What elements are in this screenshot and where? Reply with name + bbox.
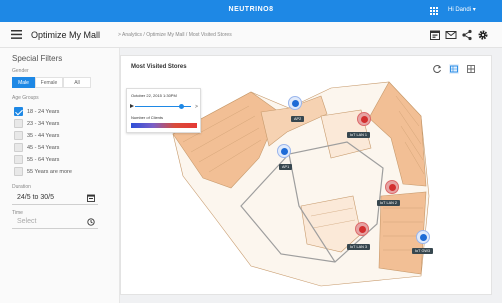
chevron-down-icon: ▾ [472,7,476,13]
clients-color-scale [131,123,197,128]
top-bar: NEUTRINO8 Hi Dandi ▾ [0,0,502,22]
play-icon[interactable] [130,104,134,108]
filters-sidebar: Special Filters Gender Male Female All A… [0,48,120,303]
ap1-marker-icon[interactable] [277,144,291,158]
calendar-icon[interactable] [87,194,95,202]
age-label-45-54: 45 - 54 Years [27,145,60,151]
share-icon[interactable] [461,29,473,41]
gender-male-button[interactable]: Male [12,77,35,88]
gender-all-button[interactable]: All [63,77,91,88]
breadcrumb[interactable]: > Analytics / Optimize My Mall / Most Vi… [118,32,232,38]
calendar-icon[interactable] [429,29,441,41]
age-label-55-64: 55 - 64 Years [27,157,60,163]
gender-label: Gender [12,68,29,74]
filters-title: Special Filters [12,54,63,63]
time-slider-handle[interactable] [179,104,184,109]
iot-lan3-label: IoT LAN 3 [347,244,371,250]
age-checkbox-55-more[interactable] [14,167,23,176]
legend-date: October 22, 2015 1:30PM [131,93,177,98]
age-checkbox-55-64[interactable] [14,155,23,164]
mail-icon[interactable] [445,29,457,41]
age-label-23-34: 23 - 34 Years [27,121,60,127]
iot-lan1-label: IoT LAN 1 [347,132,371,138]
user-greeting: Hi Dandi [448,7,472,13]
time-placeholder: Select [17,218,37,225]
gender-female-button[interactable]: Female [35,77,63,88]
duration-value: 24/5 to 30/5 [17,194,54,201]
age-label-18-24: 18 - 24 Years [27,109,60,115]
apps-grid-icon[interactable] [429,6,439,16]
age-checkbox-23-34[interactable] [14,119,23,128]
time-field[interactable]: Select [12,215,98,229]
chevron-right-icon[interactable]: > [195,104,198,110]
iot-lan3-marker-icon[interactable] [355,222,369,236]
iot-lan2-marker-icon[interactable] [385,180,399,194]
age-checkbox-35-44[interactable] [14,131,23,140]
duration-label: Duration [12,184,31,190]
app-bar: Optimize My Mall > Analytics / Optimize … [0,22,502,48]
age-checkbox-45-54[interactable] [14,143,23,152]
most-visited-stores-card: Most Visited Stores October 22, 2015 1:3… [120,55,492,295]
age-checkbox-18-24[interactable] [14,107,23,116]
page-title: Optimize My Mall [31,30,101,40]
ap2-marker-icon[interactable] [288,96,302,110]
duration-field[interactable]: 24/5 to 30/5 [12,191,98,205]
brand-title: NEUTRINO8 [228,6,274,13]
iot-lan2-label: IoT LAN 2 [377,200,401,206]
legend-clients-label: Number of Clients [131,115,164,120]
settings-gear-icon[interactable] [477,29,489,41]
user-menu[interactable]: Hi Dandi ▾ [448,6,476,13]
age-label-35-44: 35 - 44 Years [27,133,60,139]
map-legend: October 22, 2015 1:30PM > Number of Clie… [126,88,201,133]
ap1-label: AP1 [279,164,293,170]
age-groups-label: Age Groups [12,95,39,101]
iot-gw3-marker-icon[interactable] [416,230,430,244]
clock-icon[interactable] [87,218,95,226]
iot-gw3-label: IoT GW3 [412,248,434,254]
age-label-55-more: 55 Years are more [27,169,72,175]
iot-lan1-marker-icon[interactable] [357,112,371,126]
hamburger-menu-icon[interactable] [11,30,22,39]
ap2-label: AP2 [291,116,305,122]
